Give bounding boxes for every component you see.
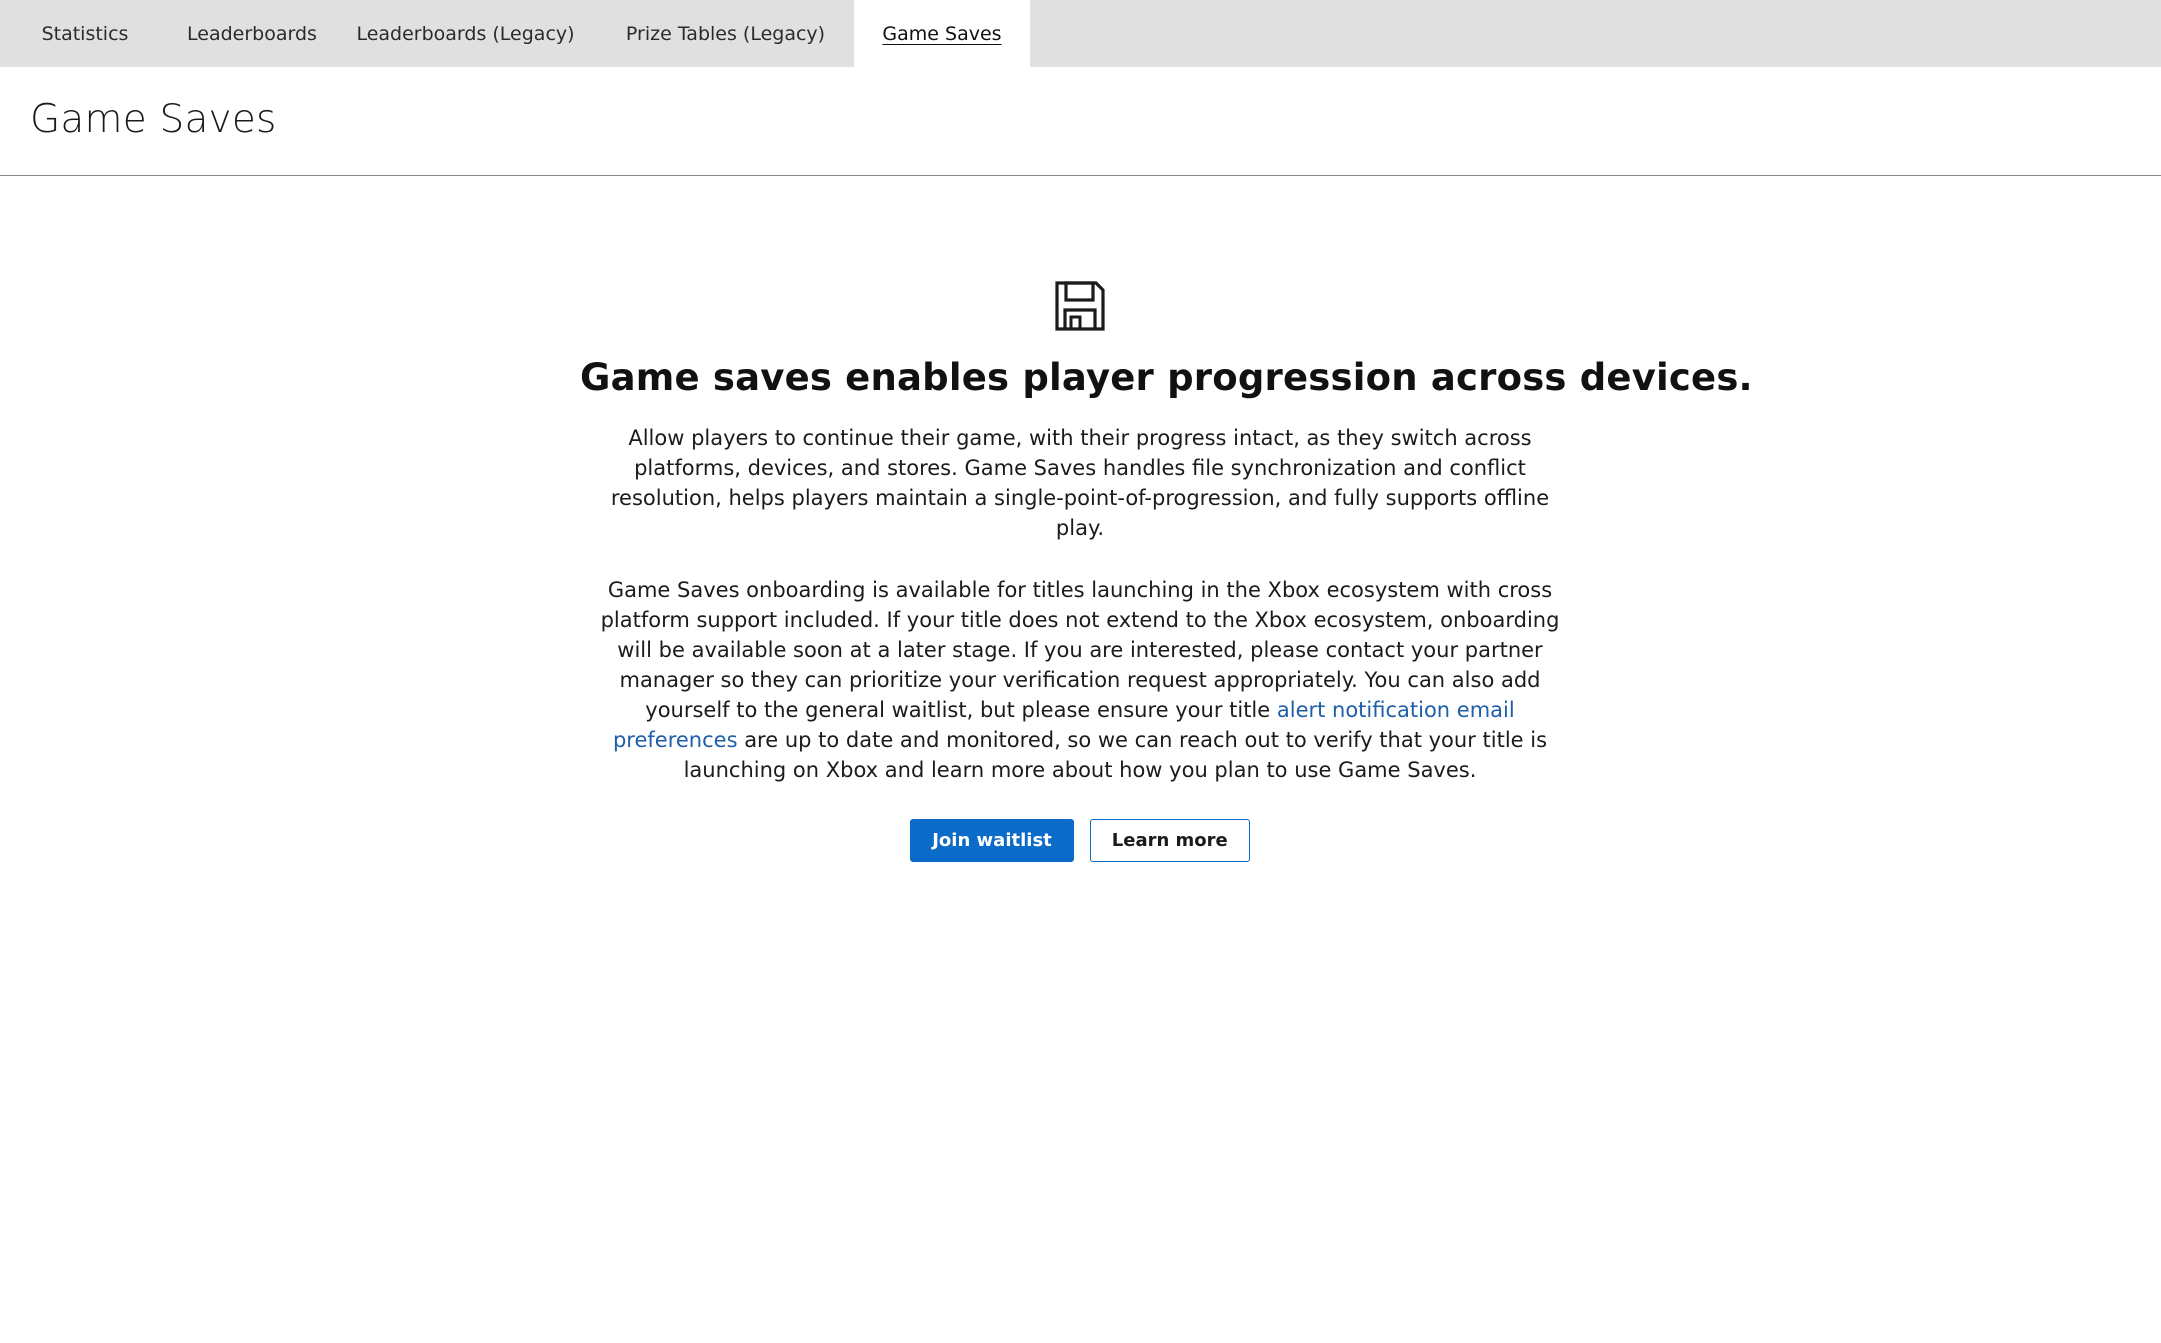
- tab-prize-tables-legacy[interactable]: Prize Tables (Legacy): [597, 0, 854, 67]
- learn-more-button[interactable]: Learn more: [1089, 819, 1250, 862]
- action-buttons: Join waitlist Learn more: [580, 819, 1580, 862]
- tab-game-saves[interactable]: Game Saves: [854, 0, 1030, 67]
- description-paragraph: Allow players to continue their game, wi…: [610, 426, 1550, 540]
- onboarding-paragraph: Game Saves onboarding is available for t…: [595, 575, 1565, 785]
- onboarding-text-end: are up to date and monitored, so we can …: [683, 728, 1548, 782]
- empty-state: Game saves enables player progression ac…: [580, 280, 1753, 862]
- page-header: Game Saves: [0, 67, 2161, 176]
- tab-bar: Statistics Leaderboards Leaderboards (Le…: [0, 0, 2161, 67]
- floppy-disk-icon: [1055, 281, 1105, 331]
- page-title: Game Saves: [30, 97, 277, 142]
- tab-leaderboards[interactable]: Leaderboards: [170, 0, 334, 67]
- join-waitlist-button[interactable]: Join waitlist: [910, 819, 1074, 862]
- empty-state-headline: Game saves enables player progression ac…: [580, 356, 1753, 399]
- tab-statistics[interactable]: Statistics: [0, 0, 170, 67]
- tab-leaderboards-legacy[interactable]: Leaderboards (Legacy): [334, 0, 597, 67]
